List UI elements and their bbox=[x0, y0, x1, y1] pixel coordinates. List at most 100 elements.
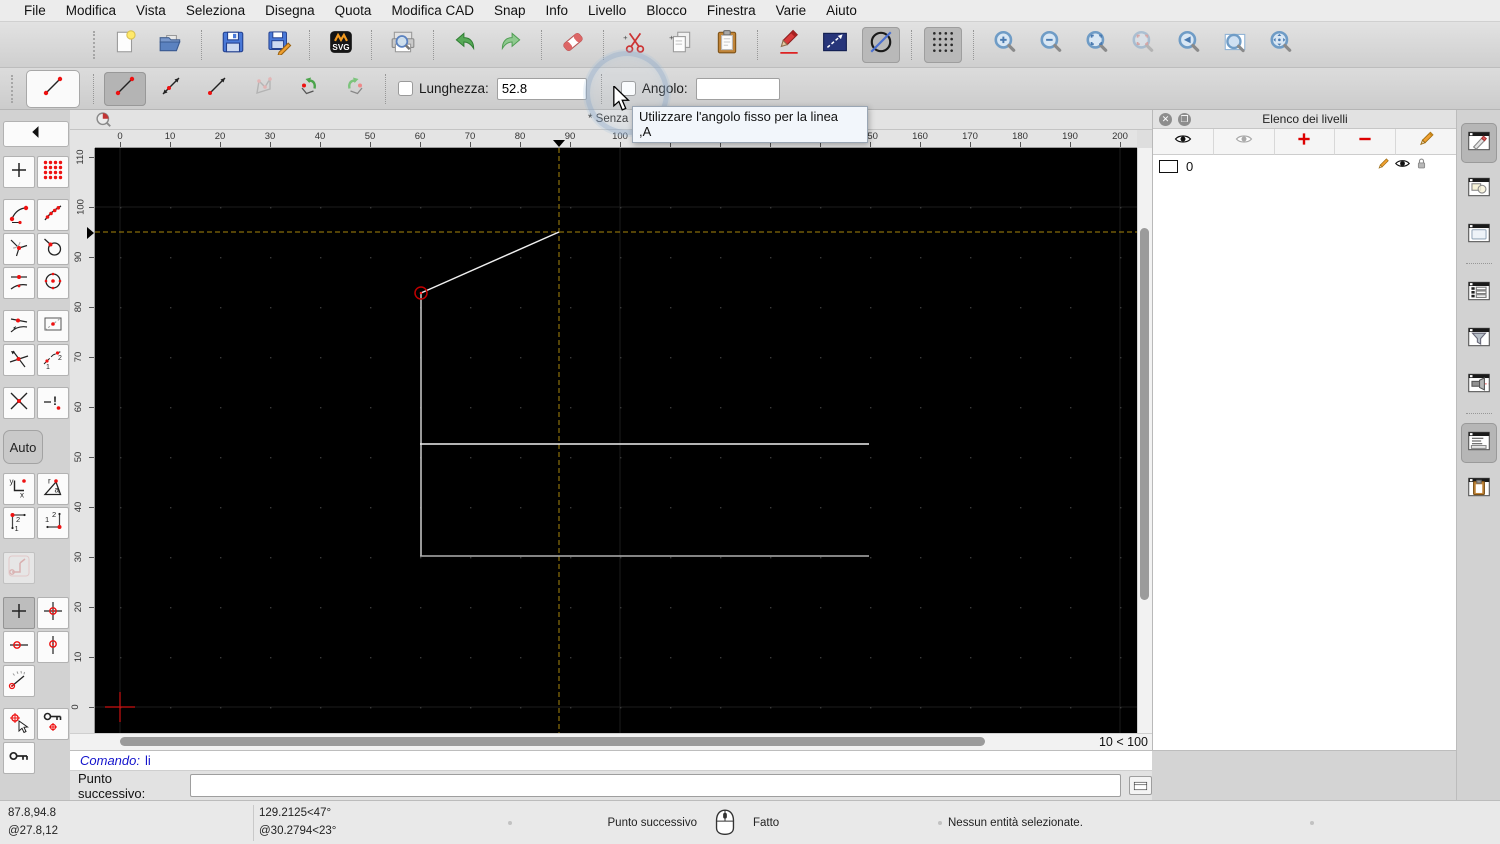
line-tool-button[interactable] bbox=[104, 71, 146, 106]
property-editor-panel-button[interactable] bbox=[1461, 273, 1497, 313]
length-input[interactable] bbox=[496, 77, 587, 100]
snap-perpendicular-button[interactable] bbox=[3, 233, 35, 265]
menu-item-snap[interactable]: Snap bbox=[484, 3, 536, 18]
restrict-vertical-button[interactable] bbox=[37, 631, 69, 663]
snap-on-entity-button[interactable] bbox=[37, 199, 69, 231]
remove-layer-button[interactable] bbox=[1335, 129, 1397, 155]
polyline-tool-button[interactable] bbox=[242, 72, 284, 106]
current-tool-indicator[interactable] bbox=[26, 69, 80, 108]
svg-export-button[interactable]: SVG bbox=[322, 27, 360, 63]
restrict-off-button[interactable] bbox=[3, 597, 35, 629]
snap-cross-button[interactable] bbox=[3, 387, 35, 419]
length-checkbox[interactable] bbox=[398, 81, 413, 96]
library-browser-panel-button[interactable] bbox=[1461, 215, 1497, 255]
zoom-in-button[interactable] bbox=[986, 27, 1024, 63]
zoom-out-button[interactable] bbox=[1032, 27, 1070, 63]
menu-item-quota[interactable]: Quota bbox=[325, 3, 382, 18]
lock-relative-zero-button[interactable] bbox=[37, 708, 69, 740]
menu-item-blocco[interactable]: Blocco bbox=[636, 3, 697, 18]
snap-middle-button[interactable] bbox=[3, 267, 35, 299]
command-line-toggle-button[interactable] bbox=[1129, 776, 1152, 795]
snap-intersection-button[interactable] bbox=[3, 344, 35, 376]
restrict-horizontal-button[interactable] bbox=[3, 631, 35, 663]
save-button[interactable] bbox=[214, 27, 252, 63]
paste-button[interactable] bbox=[708, 27, 746, 63]
layer-visible-eye-icon[interactable] bbox=[1394, 155, 1411, 177]
undo-button[interactable] bbox=[446, 27, 484, 63]
menu-item-file[interactable]: File bbox=[14, 3, 56, 18]
clipboard-viewer-panel-button[interactable] bbox=[1461, 469, 1497, 509]
menu-item-seleziona[interactable]: Seleziona bbox=[176, 3, 255, 18]
draft-mode-button[interactable] bbox=[862, 26, 900, 63]
hide-all-eye-button[interactable] bbox=[1213, 129, 1275, 155]
zoom-pan-button[interactable] bbox=[1262, 27, 1300, 63]
snap-grid-button[interactable] bbox=[37, 156, 69, 188]
menu-item-modifica-cad[interactable]: Modifica CAD bbox=[381, 3, 484, 18]
back-button[interactable] bbox=[3, 121, 69, 147]
vertical-scrollbar-thumb[interactable] bbox=[1140, 228, 1149, 600]
redo-segment-tool-button[interactable] bbox=[334, 72, 376, 106]
restrict-orthogonal-button[interactable] bbox=[3, 552, 35, 584]
menu-item-modifica[interactable]: Modifica bbox=[56, 3, 126, 18]
set-relative-zero-button[interactable] bbox=[3, 708, 35, 740]
snap-tangential-button[interactable] bbox=[37, 233, 69, 265]
edit-layer-button[interactable] bbox=[1396, 129, 1457, 155]
coord-polar-button[interactable]: ra bbox=[37, 473, 69, 505]
vertical-scrollbar[interactable] bbox=[1137, 148, 1152, 733]
menu-item-disegna[interactable]: Disegna bbox=[255, 3, 325, 18]
new-button[interactable] bbox=[106, 27, 144, 63]
snap-center-button[interactable] bbox=[37, 267, 69, 299]
line-two-arrows-tool-button[interactable] bbox=[150, 72, 192, 106]
layer-row[interactable]: 0 bbox=[1153, 155, 1457, 177]
command-history-panel-button[interactable] bbox=[1460, 423, 1497, 463]
pen-edit-button[interactable] bbox=[770, 27, 808, 63]
eraser-button[interactable] bbox=[554, 27, 592, 63]
command-input[interactable] bbox=[190, 774, 1122, 797]
coord-cartesian-button[interactable]: yx bbox=[3, 473, 35, 505]
menu-item-varie[interactable]: Varie bbox=[766, 3, 817, 18]
menu-item-vista[interactable]: Vista bbox=[126, 3, 176, 18]
snap-intersection-manual-button[interactable]: 12 bbox=[37, 344, 69, 376]
measure-distance-button[interactable] bbox=[816, 27, 854, 63]
block-list-panel-button[interactable] bbox=[1461, 169, 1497, 209]
horizontal-scrollbar-thumb[interactable] bbox=[120, 737, 985, 746]
layer-edit-icon[interactable] bbox=[1375, 156, 1391, 177]
snap-free-button[interactable] bbox=[3, 156, 35, 188]
angle-input[interactable] bbox=[695, 77, 780, 100]
menu-item-info[interactable]: Info bbox=[536, 3, 579, 18]
open-button[interactable] bbox=[152, 27, 190, 63]
snap-auto-button[interactable]: Auto bbox=[3, 430, 43, 464]
zoom-auto-button[interactable] bbox=[1078, 27, 1116, 63]
menu-item-finestra[interactable]: Finestra bbox=[697, 3, 766, 18]
copy-button[interactable]: + bbox=[662, 27, 700, 63]
selection-filter-panel-button[interactable] bbox=[1461, 319, 1497, 359]
layer-lock-icon[interactable] bbox=[1414, 156, 1429, 176]
save-as-button[interactable] bbox=[260, 27, 298, 63]
snap-endpoints-button[interactable] bbox=[3, 199, 35, 231]
menu-item-aiuto[interactable]: Aiuto bbox=[816, 3, 867, 18]
layer-color-swatch[interactable] bbox=[1159, 159, 1178, 173]
restrict-both-button[interactable] bbox=[37, 597, 69, 629]
snap-nearest-button[interactable] bbox=[3, 310, 35, 342]
add-layer-button[interactable] bbox=[1274, 129, 1336, 155]
zoom-window-button[interactable] bbox=[1216, 27, 1254, 63]
horizontal-scrollbar[interactable] bbox=[95, 734, 1085, 750]
grid-toggle-button[interactable] bbox=[924, 26, 962, 63]
layer-list-panel-button[interactable] bbox=[1460, 123, 1497, 163]
print-preview-button[interactable] bbox=[384, 27, 422, 63]
zoom-previous-button[interactable] bbox=[1170, 27, 1208, 63]
restrict-angle-button[interactable] bbox=[3, 665, 35, 697]
corner-order-1-button[interactable]: 21 bbox=[3, 507, 35, 539]
snap-none-button[interactable]: ! bbox=[37, 387, 69, 419]
flashlight-panel-button[interactable] bbox=[1461, 365, 1497, 405]
undo-segment-tool-button[interactable] bbox=[288, 72, 330, 106]
drawing-canvas[interactable] bbox=[95, 148, 1137, 733]
menu-item-livello[interactable]: Livello bbox=[578, 3, 636, 18]
relative-zero-key-button[interactable] bbox=[3, 742, 35, 774]
line-arrow-tool-button[interactable] bbox=[196, 72, 238, 106]
show-all-eye-button[interactable] bbox=[1153, 129, 1214, 155]
snap-reference-button[interactable] bbox=[37, 310, 69, 342]
corner-order-2-button[interactable]: 12 bbox=[37, 507, 69, 539]
redo-button[interactable] bbox=[492, 27, 530, 63]
zoom-selection-button[interactable] bbox=[1124, 27, 1162, 63]
